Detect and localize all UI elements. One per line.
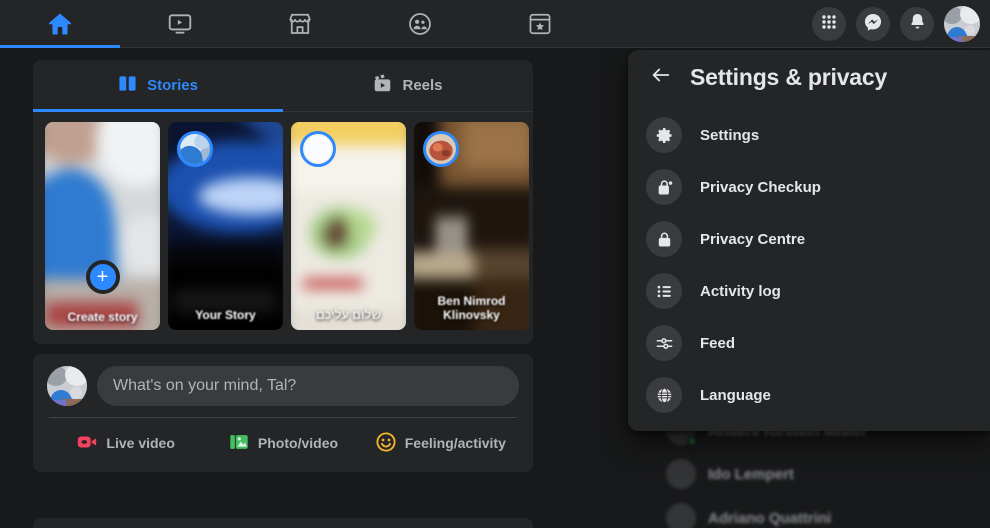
- composer-avatar[interactable]: [47, 366, 87, 406]
- composer-actions: Live video Photo/video Feeling/activity: [47, 424, 519, 462]
- composer-action-photo-video[interactable]: Photo/video: [204, 424, 361, 462]
- story-avatar-image: [180, 134, 210, 164]
- nav-tab-gaming[interactable]: [480, 0, 600, 48]
- avatar: [666, 459, 696, 489]
- messenger-icon: [863, 12, 883, 37]
- reels-icon: [373, 74, 392, 97]
- menu-item-label: Privacy Centre: [700, 230, 806, 248]
- settings-privacy-dropdown: Settings & privacy Settings Privacy Chec…: [628, 50, 990, 431]
- nav-tab-groups[interactable]: [360, 0, 480, 48]
- page-title: Settings & privacy: [690, 64, 888, 90]
- groups-icon: [407, 11, 433, 37]
- contact-row[interactable]: Ido Lempert: [658, 452, 978, 496]
- marketplace-icon: [287, 11, 313, 37]
- sliders-icon: [646, 325, 682, 361]
- menu-item-privacy-checkup[interactable]: Privacy Checkup: [636, 161, 982, 213]
- menu-item-privacy-centre[interactable]: Privacy Centre: [636, 213, 982, 265]
- menu-item-label: Privacy Checkup: [700, 178, 821, 196]
- story-label: שלום עליכם: [315, 308, 382, 322]
- gaming-icon: [527, 11, 553, 37]
- composer-placeholder: What's on your mind, Tal?: [113, 377, 297, 394]
- tab-stories-label: Stories: [147, 77, 198, 94]
- gear-icon: [646, 117, 682, 153]
- tab-reels-label: Reels: [402, 77, 443, 94]
- menu-item-activity-log[interactable]: Activity log: [636, 265, 982, 317]
- photo-video-icon: [228, 431, 250, 456]
- story-label: Ben Nimrod Klinovsky: [437, 294, 506, 322]
- top-navigation-bar: [0, 0, 990, 48]
- feeling-activity-icon: [375, 431, 397, 456]
- story-avatar-image: [303, 134, 333, 164]
- list-icon: [646, 273, 682, 309]
- menu-item-feed[interactable]: Feed: [636, 317, 982, 369]
- nav-tab-marketplace[interactable]: [240, 0, 360, 48]
- menu-item-label: Feed: [700, 334, 736, 352]
- composer-action-live-video[interactable]: Live video: [47, 424, 204, 462]
- nav-tab-home[interactable]: [0, 0, 120, 48]
- dropdown-item-list: Settings Privacy Checkup Privacy Centre …: [628, 101, 990, 429]
- stories-icon: [118, 74, 137, 97]
- avatar-image: [944, 6, 980, 42]
- menu-grid-button[interactable]: [812, 7, 846, 41]
- profile-avatar[interactable]: [944, 6, 980, 42]
- composer-row: What's on your mind, Tal?: [47, 366, 519, 406]
- top-right-actions: [812, 0, 980, 48]
- stories-card: Stories Reels + Create story Your Story …: [33, 60, 533, 344]
- composer-action-label: Photo/video: [257, 435, 339, 451]
- avatar: [666, 503, 696, 528]
- story-third[interactable]: שלום עליכם: [291, 122, 406, 330]
- nav-tab-watch[interactable]: [120, 0, 240, 48]
- notifications-button[interactable]: [900, 7, 934, 41]
- composer-divider: [49, 417, 517, 418]
- menu-item-label: Language: [700, 386, 771, 404]
- story-create[interactable]: + Create story: [45, 122, 160, 330]
- back-button[interactable]: [648, 65, 674, 91]
- avatar-image: [47, 366, 87, 406]
- globe-icon: [646, 377, 682, 413]
- menu-item-settings[interactable]: Settings: [636, 109, 982, 161]
- menu-item-label: Activity log: [700, 282, 781, 300]
- story-avatar-ring: [423, 131, 459, 167]
- menu-grid-icon: [820, 13, 838, 36]
- tab-reels[interactable]: Reels: [283, 60, 533, 111]
- contact-name: Adriano Quattrini: [708, 509, 832, 527]
- story-avatar-ring: [300, 131, 336, 167]
- story-thumbnail: [45, 122, 160, 330]
- video-icon: [167, 11, 193, 37]
- composer-action-feeling-activity[interactable]: Feeling/activity: [362, 424, 519, 462]
- next-post-card: [33, 518, 533, 528]
- contact-row[interactable]: Adriano Quattrini: [658, 496, 978, 528]
- post-composer-card: What's on your mind, Tal? Live video Pho…: [33, 354, 533, 472]
- story-your-story[interactable]: Your Story: [168, 122, 283, 330]
- feed-column: Stories Reels + Create story Your Story …: [33, 60, 533, 472]
- messenger-button[interactable]: [856, 7, 890, 41]
- story-label: Create story: [67, 310, 138, 324]
- menu-item-language[interactable]: Language: [636, 369, 982, 421]
- create-story-plus-icon: +: [85, 260, 120, 294]
- menu-item-label: Settings: [700, 126, 760, 144]
- contact-name: Ido Lempert: [708, 465, 794, 483]
- composer-action-label: Feeling/activity: [404, 435, 506, 451]
- story-avatar-ring: [177, 131, 213, 167]
- story-avatar-image: [426, 134, 456, 164]
- facebook-app: Stories Reels + Create story Your Story …: [0, 0, 990, 528]
- live-video-icon: [76, 431, 98, 456]
- dropdown-header: Settings & privacy: [628, 50, 990, 101]
- notifications-bell-icon: [908, 12, 927, 36]
- privacy-checkup-icon: [646, 169, 682, 205]
- home-icon: [46, 10, 74, 38]
- lock-icon: [646, 221, 682, 257]
- stories-reels-tabs: Stories Reels: [33, 60, 533, 112]
- composer-input[interactable]: What's on your mind, Tal?: [97, 366, 519, 406]
- tab-stories[interactable]: Stories: [33, 60, 283, 112]
- online-indicator: [687, 436, 697, 446]
- story-label: Your Story: [195, 308, 256, 322]
- back-arrow-icon: [650, 64, 672, 91]
- story-fourth[interactable]: Ben Nimrod Klinovsky: [414, 122, 529, 330]
- stories-strip: + Create story Your Story שלום עליכם Ben…: [33, 112, 533, 344]
- nav-tab-list: [0, 0, 600, 48]
- composer-action-label: Live video: [106, 435, 175, 451]
